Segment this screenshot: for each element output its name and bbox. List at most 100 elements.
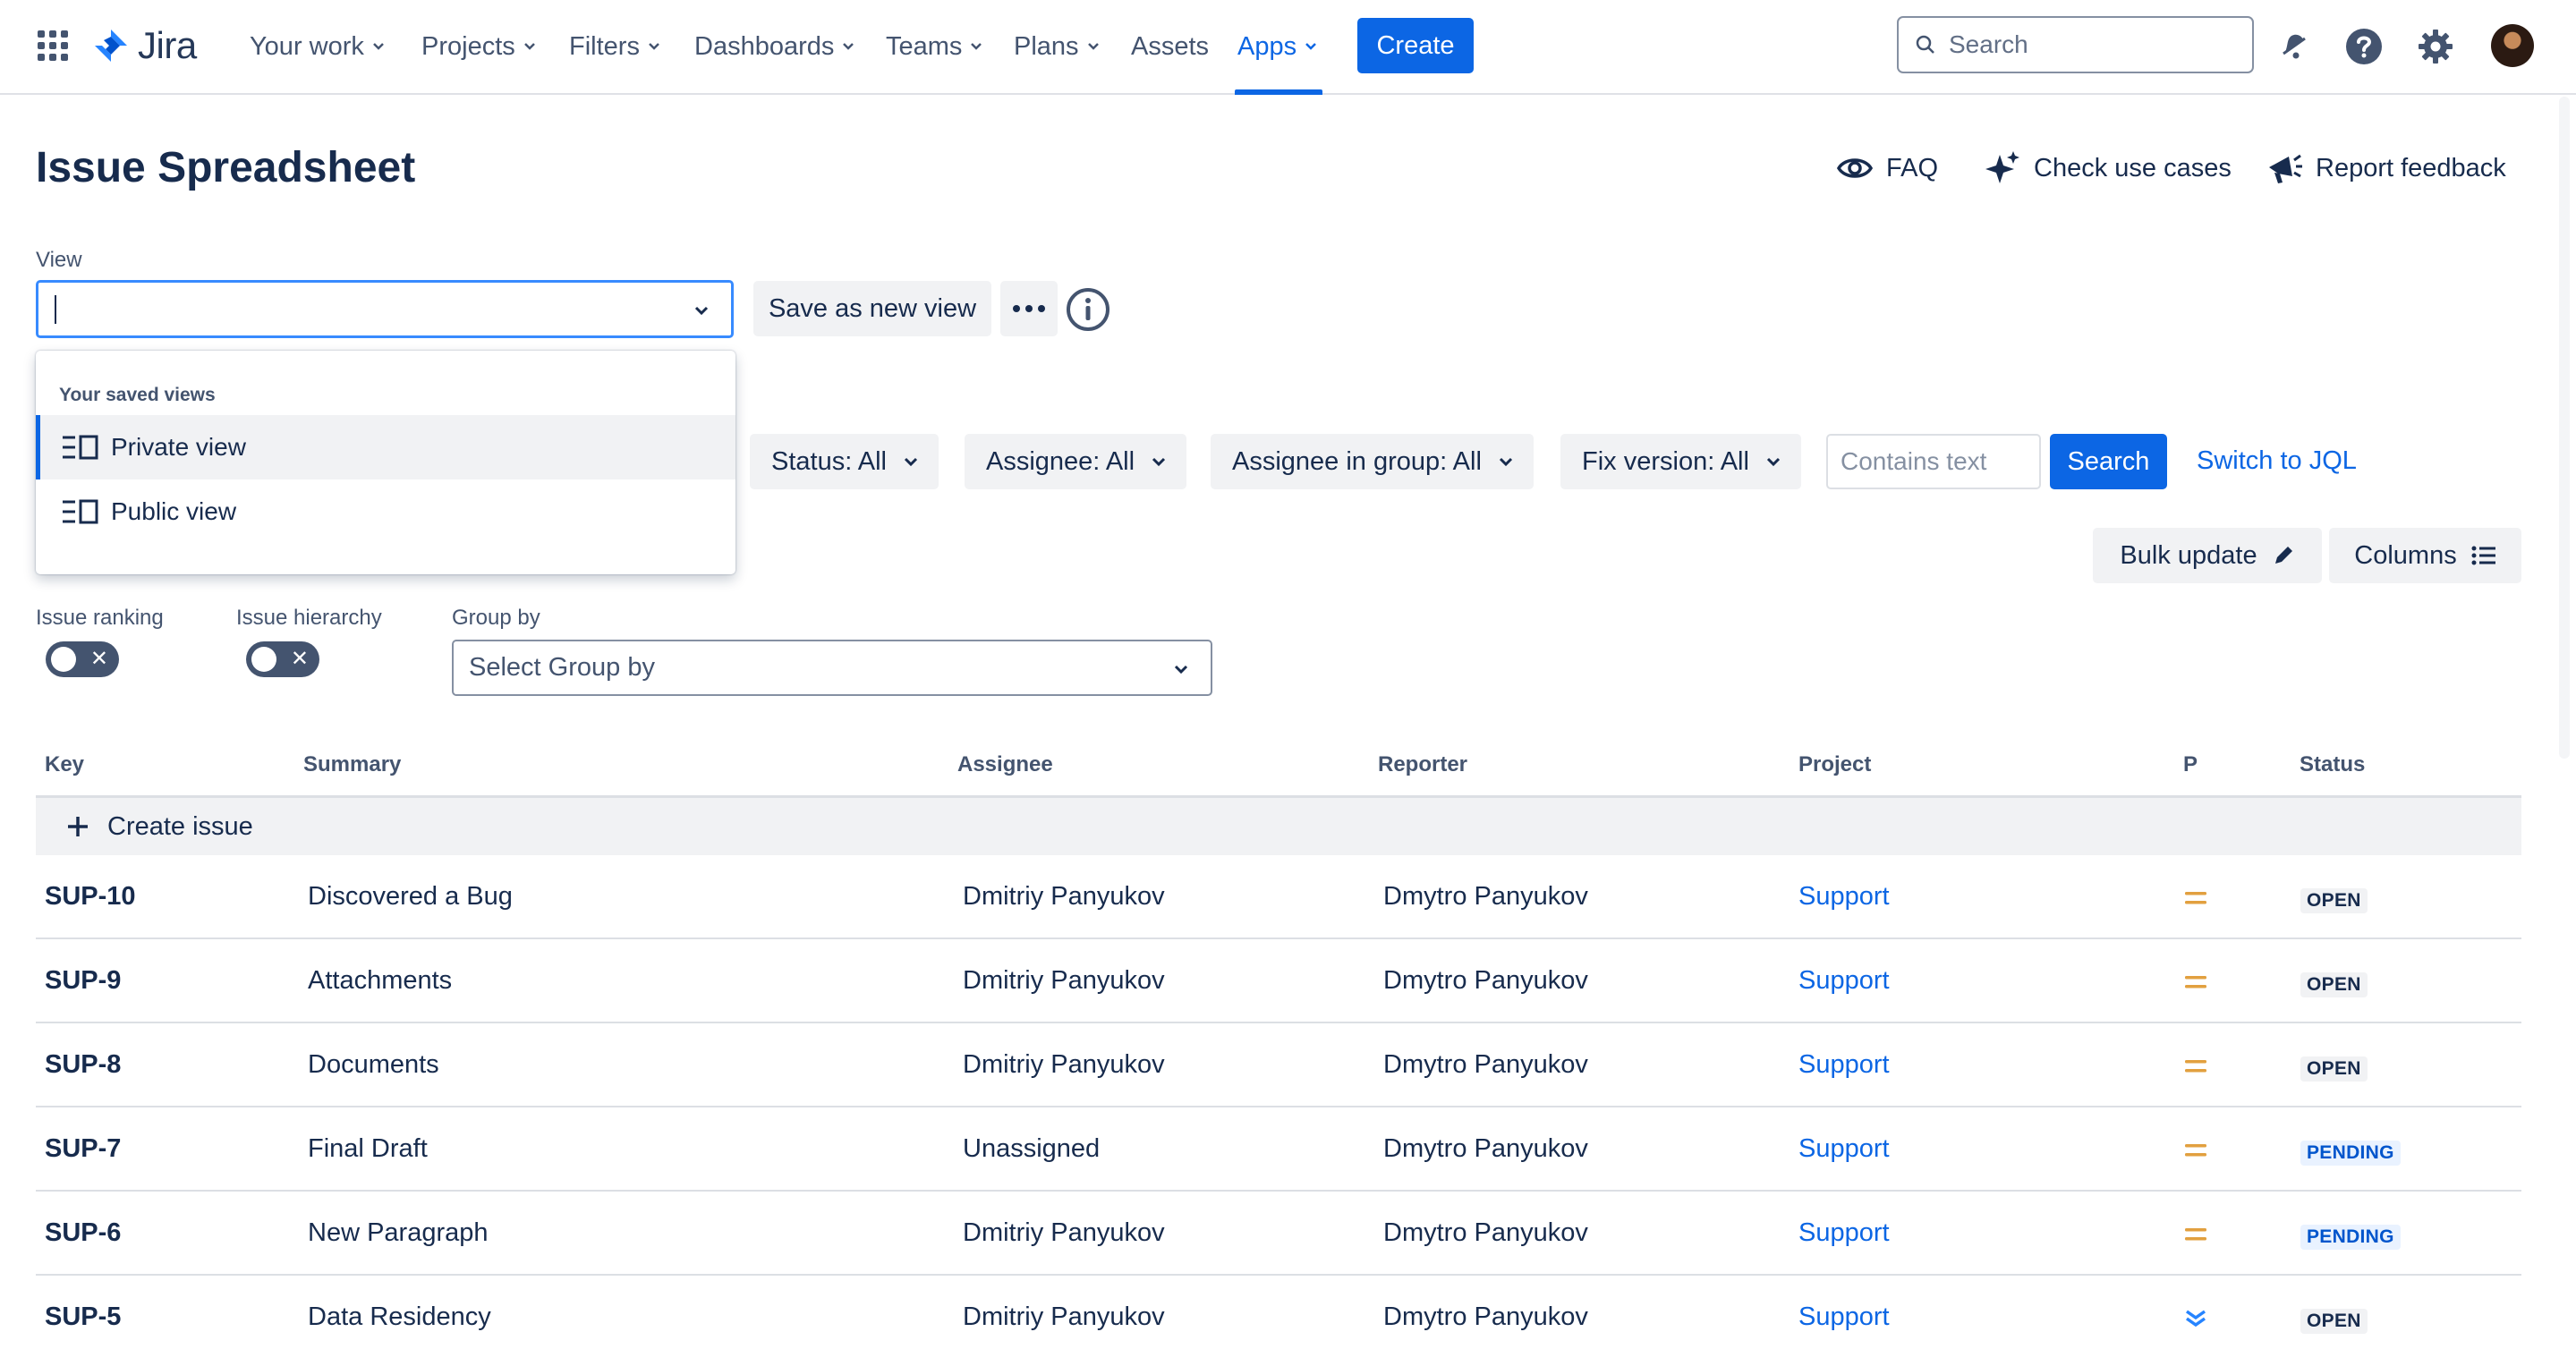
issue-reporter: Dmytro Panyukov — [1383, 882, 1588, 911]
search-input[interactable] — [1949, 30, 2235, 59]
global-search[interactable] — [1897, 16, 2254, 73]
issue-key[interactable]: SUP-7 — [45, 1134, 121, 1164]
table-row[interactable]: SUP-5 Data Residency Dmitriy Panyukov Dm… — [36, 1276, 2521, 1349]
column-header-assignee[interactable]: Assignee — [957, 752, 1053, 777]
table-row[interactable]: SUP-7 Final Draft Unassigned Dmytro Pany… — [36, 1107, 2521, 1192]
saved-view-label: Public view — [111, 497, 237, 525]
fix-version-filter[interactable]: Fix version: All — [1560, 434, 1801, 489]
search-button[interactable]: Search — [2050, 434, 2167, 489]
nav-dashboards[interactable]: Dashboards — [694, 27, 855, 66]
priority-lowest-icon[interactable] — [2183, 1306, 2208, 1331]
nav-plans[interactable]: Plans — [1014, 27, 1101, 66]
issue-assignee[interactable]: Dmitriy Panyukov — [963, 1050, 1165, 1080]
column-header-priority[interactable]: P — [2183, 752, 2198, 777]
assignee-group-filter[interactable]: Assignee in group: All — [1211, 434, 1534, 489]
issue-project-link[interactable]: Support — [1798, 1134, 1890, 1164]
column-header-key[interactable]: Key — [45, 752, 84, 777]
issue-hierarchy-toggle[interactable]: ✕ — [246, 641, 319, 677]
status-badge[interactable]: PENDING — [2300, 1141, 2401, 1166]
view-select[interactable] — [36, 280, 734, 338]
issue-assignee[interactable]: Dmitriy Panyukov — [963, 1218, 1165, 1248]
filter-label: Fix version: All — [1582, 446, 1749, 476]
issue-assignee[interactable]: Dmitriy Panyukov — [963, 1302, 1165, 1332]
issue-ranking-toggle[interactable]: ✕ — [46, 641, 119, 677]
saved-view-public[interactable]: Public view — [36, 479, 735, 544]
nav-filters[interactable]: Filters — [569, 27, 661, 66]
issue-key[interactable]: SUP-9 — [45, 966, 121, 996]
info-icon[interactable] — [1065, 286, 1111, 333]
help-button[interactable] — [2344, 27, 2384, 66]
notifications-button[interactable] — [2274, 27, 2314, 66]
priority-medium-icon[interactable] — [2183, 1054, 2208, 1079]
priority-medium-icon[interactable] — [2183, 1222, 2208, 1247]
column-header-status[interactable]: Status — [2300, 752, 2365, 777]
check-use-cases-link[interactable]: Check use cases — [1984, 148, 2232, 188]
page-scrollbar[interactable] — [2559, 97, 2570, 759]
status-badge[interactable]: OPEN — [2300, 1056, 2368, 1082]
issue-project-link[interactable]: Support — [1798, 1050, 1890, 1080]
text-caret — [55, 295, 56, 324]
assignee-filter[interactable]: Assignee: All — [965, 434, 1187, 489]
jira-logo[interactable]: Jira — [93, 23, 197, 68]
issue-project-link[interactable]: Support — [1798, 1218, 1890, 1248]
megaphone-icon — [2269, 154, 2302, 183]
more-options-button[interactable] — [1000, 281, 1058, 336]
priority-medium-icon[interactable] — [2183, 970, 2208, 995]
status-filter[interactable]: Status: All — [750, 434, 939, 489]
column-header-summary[interactable]: Summary — [303, 752, 401, 777]
issue-key[interactable]: SUP-8 — [45, 1050, 121, 1080]
saved-views-dropdown: Your saved views Private view Public vie… — [36, 351, 735, 574]
issue-assignee[interactable]: Dmitriy Panyukov — [963, 966, 1165, 996]
settings-button[interactable] — [2416, 27, 2455, 66]
issue-project-link[interactable]: Support — [1798, 966, 1890, 996]
issue-project-link[interactable]: Support — [1798, 1302, 1890, 1332]
faq-link[interactable]: FAQ — [1836, 148, 1938, 188]
bulk-update-button[interactable]: Bulk update — [2093, 528, 2322, 583]
contains-text-input[interactable] — [1826, 434, 2041, 489]
status-badge[interactable]: OPEN — [2300, 1309, 2368, 1334]
switch-to-jql-link[interactable]: Switch to JQL — [2197, 446, 2357, 476]
table-row[interactable]: SUP-9 Attachments Dmitriy Panyukov Dmytr… — [36, 939, 2521, 1023]
nav-apps[interactable]: Apps — [1237, 27, 1318, 66]
column-header-reporter[interactable]: Reporter — [1378, 752, 1467, 777]
priority-medium-icon[interactable] — [2183, 1138, 2208, 1163]
chevron-down-icon — [904, 457, 918, 467]
group-by-select[interactable]: Select Group by — [452, 640, 1212, 696]
group-by-placeholder: Select Group by — [469, 653, 655, 682]
nav-projects[interactable]: Projects — [421, 27, 537, 66]
table-row[interactable]: SUP-10 Discovered a Bug Dmitriy Panyukov… — [36, 855, 2521, 939]
create-issue-row[interactable]: Create issue — [36, 795, 2521, 855]
issue-key[interactable]: SUP-6 — [45, 1218, 121, 1248]
table-row[interactable]: SUP-6 New Paragraph Dmitriy Panyukov Dmy… — [36, 1192, 2521, 1276]
issue-assignee[interactable]: Dmitriy Panyukov — [963, 882, 1165, 912]
priority-medium-icon[interactable] — [2183, 886, 2208, 911]
table-row[interactable]: SUP-8 Documents Dmitriy Panyukov Dmytro … — [36, 1023, 2521, 1107]
issue-summary[interactable]: Final Draft — [308, 1134, 428, 1164]
columns-button[interactable]: Columns — [2329, 528, 2521, 583]
avatar[interactable] — [2491, 24, 2534, 67]
save-as-new-view-button[interactable]: Save as new view — [753, 281, 991, 336]
nav-your-work[interactable]: Your work — [250, 27, 386, 66]
issue-key[interactable]: SUP-10 — [45, 882, 136, 912]
nav-assets[interactable]: Assets — [1131, 27, 1209, 66]
saved-view-private[interactable]: Private view — [36, 415, 735, 479]
issue-assignee[interactable]: Unassigned — [963, 1134, 1100, 1164]
status-badge[interactable]: PENDING — [2300, 1225, 2401, 1250]
issue-summary[interactable]: Discovered a Bug — [308, 882, 513, 912]
column-header-project[interactable]: Project — [1798, 752, 1871, 777]
create-button[interactable]: Create — [1357, 18, 1474, 73]
issue-summary[interactable]: Documents — [308, 1050, 439, 1080]
chevron-down-icon — [1087, 43, 1099, 50]
status-badge[interactable]: OPEN — [2300, 972, 2368, 997]
issue-summary[interactable]: Attachments — [308, 966, 452, 996]
issue-key[interactable]: SUP-5 — [45, 1302, 121, 1332]
app-switcher-icon[interactable] — [38, 30, 68, 61]
issue-summary[interactable]: Data Residency — [308, 1302, 491, 1332]
status-badge[interactable]: OPEN — [2300, 888, 2368, 913]
report-feedback-link[interactable]: Report feedback — [2266, 148, 2506, 188]
nav-teams[interactable]: Teams — [886, 27, 983, 66]
issue-ranking-label: Issue ranking — [36, 606, 164, 630]
issue-summary[interactable]: New Paragraph — [308, 1218, 489, 1248]
columns-list-icon — [2471, 546, 2495, 565]
issue-project-link[interactable]: Support — [1798, 882, 1890, 912]
